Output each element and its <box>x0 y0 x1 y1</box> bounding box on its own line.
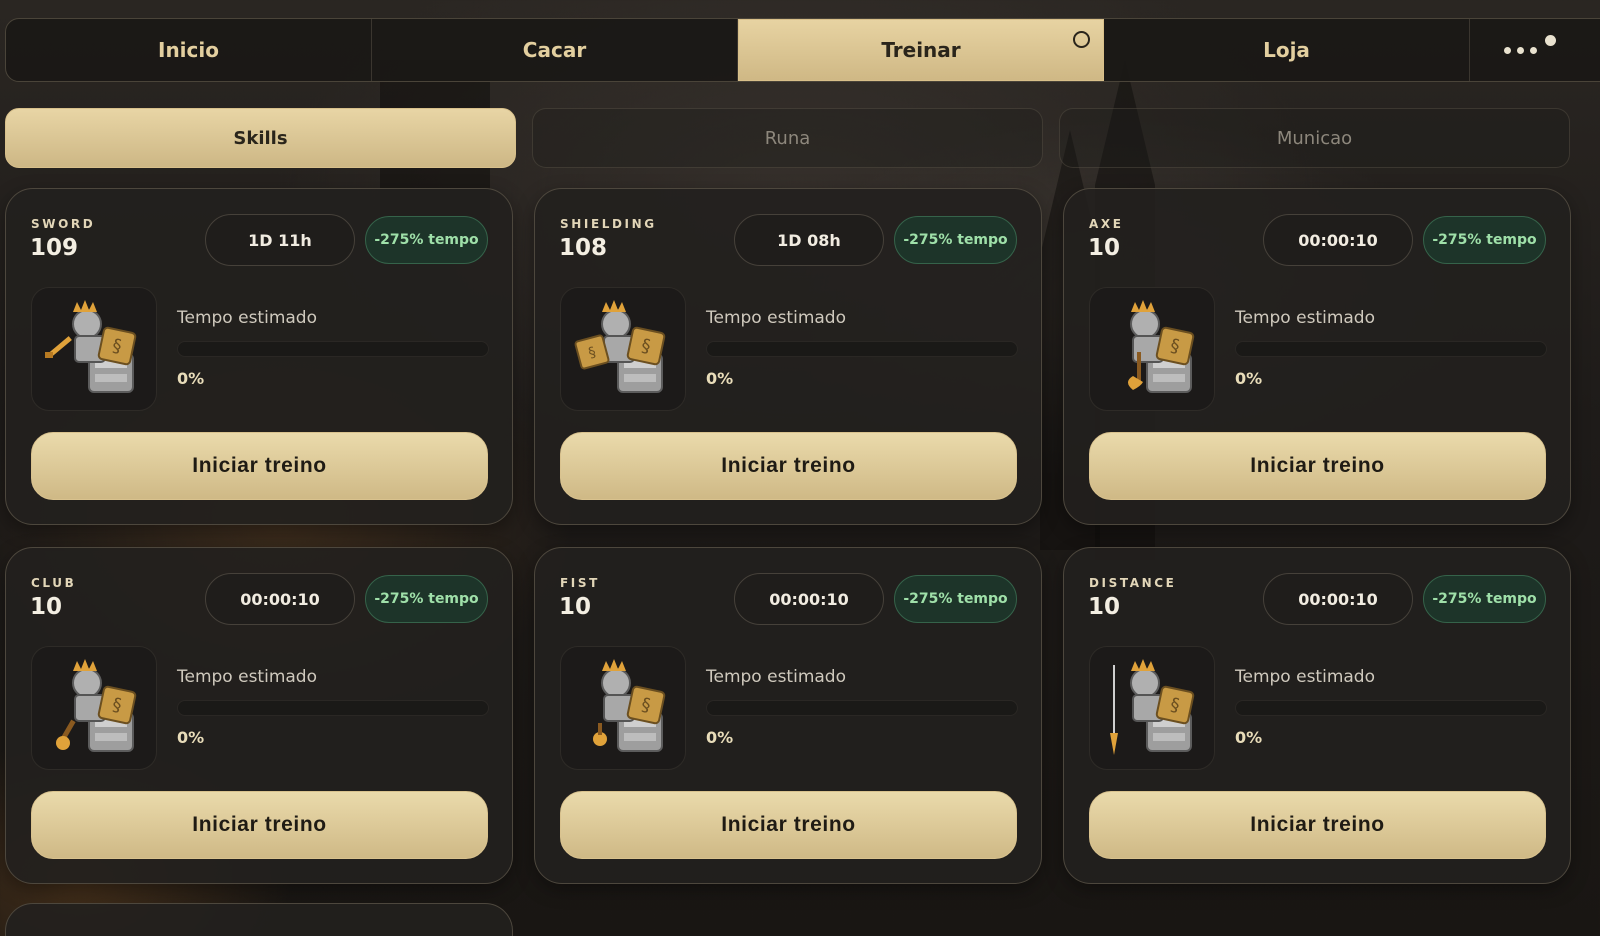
training-time-badge: 00:00:10 <box>1263 573 1413 625</box>
tab-label: Inicio <box>158 38 219 62</box>
skill-card-partial <box>5 903 513 936</box>
club-trainer-icon: § <box>31 646 157 770</box>
progress-bar <box>177 341 489 357</box>
skill-card-shielding: SHIELDING 108 1D 08h -275% tempo § § Tem… <box>534 188 1042 525</box>
tab-treinar[interactable]: Treinar <box>738 19 1104 81</box>
axe-trainer-icon: § <box>1089 287 1215 411</box>
start-training-button[interactable]: Iniciar treino <box>31 432 488 500</box>
subtab-label: Runa <box>764 127 811 149</box>
training-time-badge: 1D 11h <box>205 214 355 266</box>
time-bonus-badge: -275% tempo <box>1423 575 1546 623</box>
skill-name: SHIELDING <box>560 217 657 231</box>
training-time-badge: 00:00:10 <box>205 573 355 625</box>
progress-percent: 0% <box>1235 728 1263 747</box>
progress-bar <box>1235 341 1547 357</box>
progress-percent: 0% <box>177 369 205 388</box>
skill-card-club: CLUB 10 00:00:10 -275% tempo § Tempo est… <box>5 547 513 884</box>
skill-name: CLUB <box>31 576 77 590</box>
start-training-button[interactable]: Iniciar treino <box>560 791 1017 859</box>
spear-trainer-icon: § <box>1089 646 1215 770</box>
time-bonus-badge: -275% tempo <box>894 575 1017 623</box>
training-time-badge: 00:00:10 <box>1263 214 1413 266</box>
skill-name: SWORD <box>31 217 96 231</box>
tab-inicio[interactable]: Inicio <box>6 19 372 81</box>
fist-trainer-icon: § <box>560 646 686 770</box>
skill-name: FIST <box>560 576 600 590</box>
time-bonus-badge: -275% tempo <box>365 575 488 623</box>
estimate-label: Tempo estimado <box>706 667 846 687</box>
progress-percent: 0% <box>177 728 205 747</box>
estimate-label: Tempo estimado <box>177 667 317 687</box>
estimate-label: Tempo estimado <box>706 308 846 328</box>
more-dots-icon <box>1504 34 1556 54</box>
skill-card-axe: AXE 10 00:00:10 -275% tempo § Tempo esti… <box>1063 188 1571 525</box>
sub-tabs: Skills Runa Municao <box>5 108 1570 168</box>
tab-label: Loja <box>1263 38 1310 62</box>
tab-loja[interactable]: Loja <box>1104 19 1470 81</box>
tab-cacar[interactable]: Cacar <box>372 19 738 81</box>
progress-percent: 0% <box>1235 369 1263 388</box>
subtab-municao[interactable]: Municao <box>1059 108 1570 168</box>
time-bonus-badge: -275% tempo <box>1423 216 1546 264</box>
estimate-label: Tempo estimado <box>177 308 317 328</box>
skill-level: 10 <box>1088 594 1121 620</box>
tab-label: Cacar <box>522 38 587 62</box>
sword-trainer-icon: § <box>31 287 157 411</box>
start-training-button[interactable]: Iniciar treino <box>560 432 1017 500</box>
subtab-label: Municao <box>1276 127 1353 149</box>
time-bonus-badge: -275% tempo <box>365 216 488 264</box>
estimate-label: Tempo estimado <box>1235 667 1375 687</box>
skill-card-distance: DISTANCE 10 00:00:10 -275% tempo § Tempo… <box>1063 547 1571 884</box>
progress-percent: 0% <box>706 369 734 388</box>
tab-label: Treinar <box>881 38 961 62</box>
progress-bar <box>1235 700 1547 716</box>
shield-trainer-icon: § § <box>560 287 686 411</box>
time-bonus-badge: -275% tempo <box>894 216 1017 264</box>
skill-level: 109 <box>30 235 79 261</box>
training-time-badge: 1D 08h <box>734 214 884 266</box>
skill-name: AXE <box>1089 217 1124 231</box>
skill-level: 108 <box>559 235 608 261</box>
start-training-button[interactable]: Iniciar treino <box>1089 791 1546 859</box>
subtab-runa[interactable]: Runa <box>532 108 1043 168</box>
subtab-skills[interactable]: Skills <box>5 108 516 168</box>
training-time-badge: 00:00:10 <box>734 573 884 625</box>
progress-bar <box>706 341 1018 357</box>
subtab-label: Skills <box>233 127 288 149</box>
status-ring-icon <box>1073 31 1090 48</box>
skill-card-sword: SWORD 109 1D 11h -275% tempo § Tempo est… <box>5 188 513 525</box>
skill-level: 10 <box>1088 235 1121 261</box>
start-training-button[interactable]: Iniciar treino <box>1089 432 1546 500</box>
skill-level: 10 <box>559 594 592 620</box>
progress-bar <box>706 700 1018 716</box>
main-nav: Inicio Cacar Treinar Loja <box>5 18 1600 82</box>
skill-name: DISTANCE <box>1089 576 1177 590</box>
start-training-button[interactable]: Iniciar treino <box>31 791 488 859</box>
estimate-label: Tempo estimado <box>1235 308 1375 328</box>
progress-bar <box>177 700 489 716</box>
skill-level: 10 <box>30 594 63 620</box>
progress-percent: 0% <box>706 728 734 747</box>
more-menu-button[interactable] <box>1470 19 1600 81</box>
skill-card-fist: FIST 10 00:00:10 -275% tempo § Tempo est… <box>534 547 1042 884</box>
